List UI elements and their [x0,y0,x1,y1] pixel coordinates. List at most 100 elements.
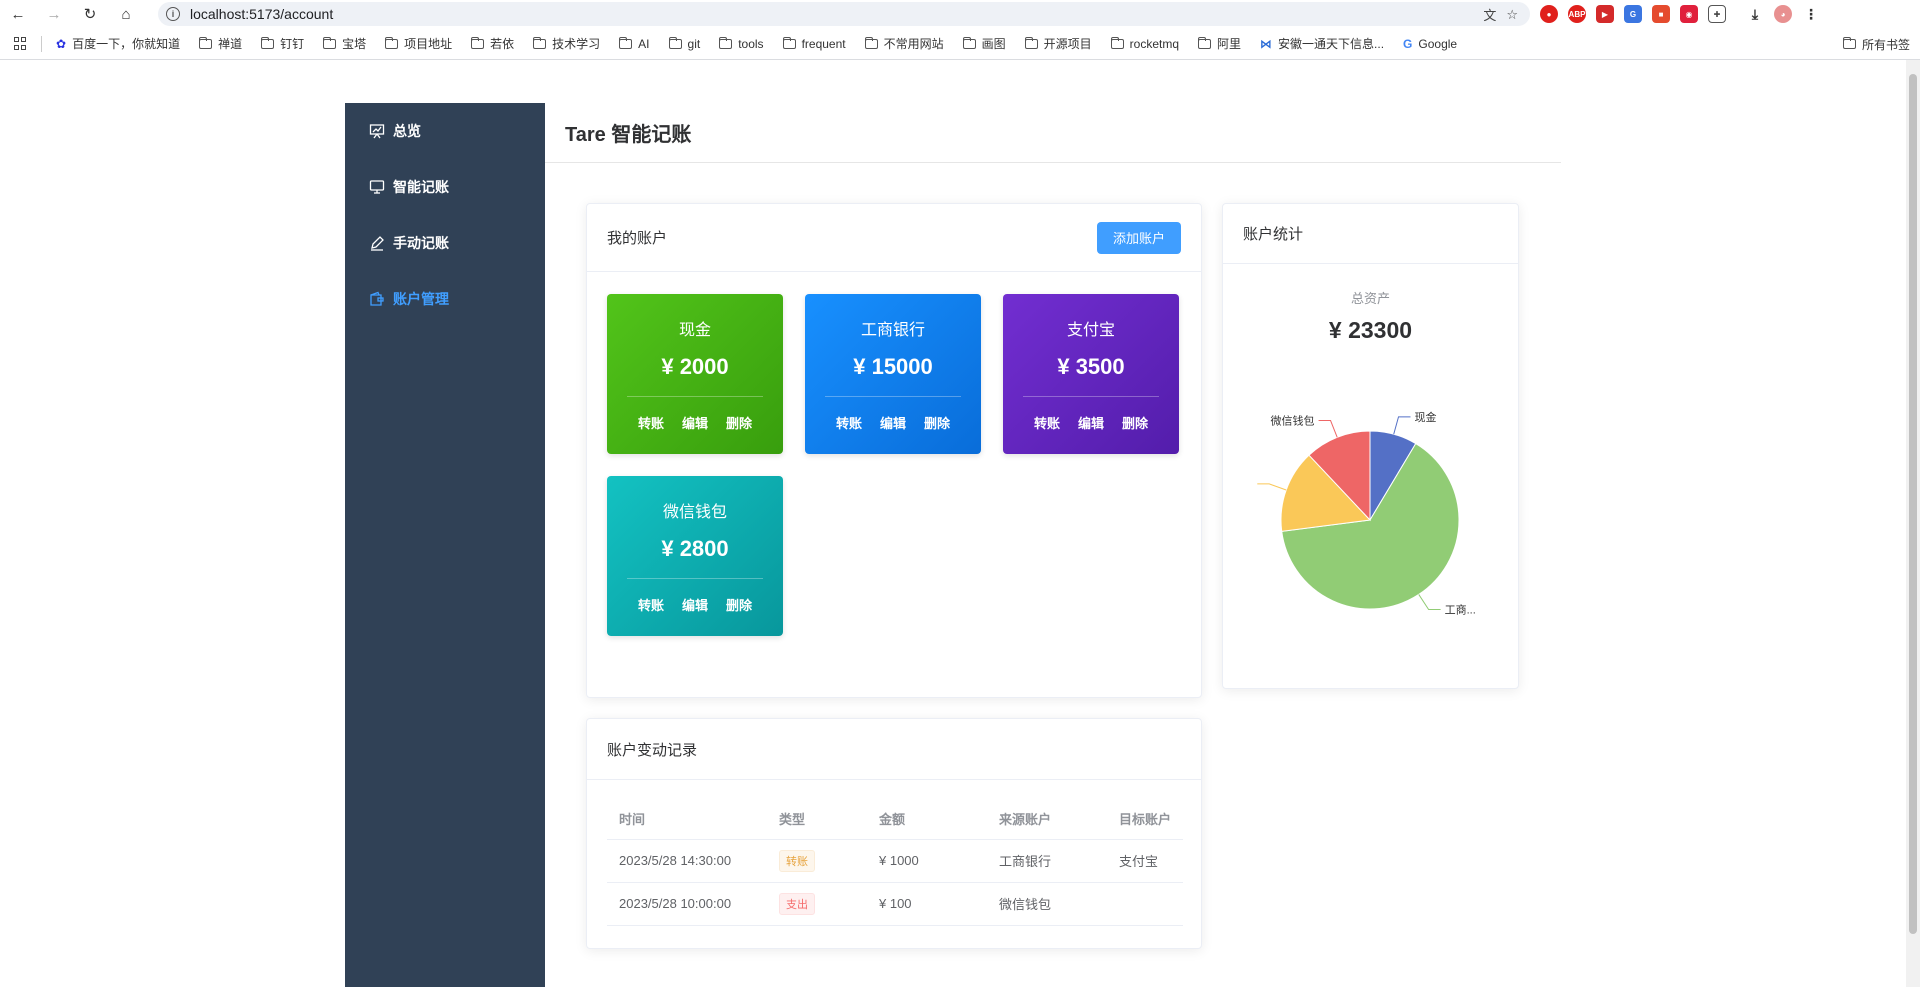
page-title: Tare 智能记账 [565,124,692,146]
account-pie-chart: 现金工商... 微信钱包 [1257,410,1476,617]
bookmark-folder[interactable]: tools [719,36,764,51]
bookmark-folder[interactable]: 项目地址 [385,35,452,52]
m-logo-icon: ⋈ [1260,36,1273,51]
translate-extension-icon[interactable]: G [1624,5,1642,23]
edit-button[interactable]: 编辑 [682,595,708,614]
account-name: 微信钱包 [662,504,727,521]
account-amount: ¥ 2800 [661,536,729,561]
capture-extension-icon[interactable]: ◉ [1680,5,1698,23]
chart-icon [369,124,385,139]
adblock-extension-icon[interactable]: ● [1540,5,1558,23]
cell-from: 微信钱包 [987,882,1107,926]
my-accounts-card: 我的账户 添加账户 现金 ¥ 2000 转账 编辑 删除 工商银行 ¥ 1500… [586,203,1202,698]
download-icon[interactable]: ⤓ [1746,5,1764,23]
reload-icon: ↻ [83,6,97,23]
wallet-icon [370,291,384,306]
bookmark-folder[interactable]: 禅道 [199,35,242,52]
cell-from: 工商银行 [987,839,1107,883]
type-tag: 转账 [779,849,815,872]
sidebar-item-account-management[interactable]: 账户管理 [345,271,545,327]
star-icon[interactable]: ☆ [1506,7,1518,23]
transfer-button[interactable]: 转账 [836,413,862,432]
bookmark-folder[interactable]: 阿里 [1198,35,1241,52]
transfer-button[interactable]: 转账 [638,595,664,614]
delete-button[interactable]: 删除 [726,413,752,432]
table-header-row: 时间 类型 金额 来源账户 目标账户 [607,799,1183,840]
pen-icon [371,236,384,251]
delete-button[interactable]: 删除 [1122,413,1148,432]
translate-icon[interactable]: 文 [1483,5,1496,24]
table-row: 2023/5/28 14:30:00 转账 ¥ 1000 工商银行 支付宝 [607,839,1183,883]
red-extension-icon[interactable]: ■ [1652,5,1670,23]
account-records-title: 账户变动记录 [607,741,698,759]
address-bar[interactable]: i localhost:5173/account 文 ☆ [158,2,1530,26]
bookmark-folder[interactable]: 若依 [471,35,514,52]
folder-icon [471,36,485,49]
account-stats-card: 账户统计 总资产 ¥ 23300 现金 工商... 微信钱包 [1222,203,1519,689]
delete-button[interactable]: 删除 [924,413,950,432]
sidebar-item-manual-accounting[interactable]: 手动记账 [345,215,545,271]
bookmark-site[interactable]: ⋈ 安徽一通天下信息... [1260,35,1384,52]
transfer-button[interactable]: 转账 [1034,413,1060,432]
folder-icon [619,36,633,49]
edit-button[interactable]: 编辑 [880,413,906,432]
cell-amount: ¥ 100 [867,882,987,926]
bookmark-folder[interactable]: 开源项目 [1024,35,1092,52]
bookmark-folder[interactable]: rocketmq [1110,36,1179,51]
pie-label-line-0 [1393,416,1411,435]
bookmark-google[interactable]: G Google [1403,37,1457,51]
puzzle-extension-icon[interactable]: ✚ [1708,5,1726,23]
account-divider [627,396,763,397]
forward-button[interactable]: → [36,0,72,28]
folder-icon [1110,36,1124,49]
bookmark-folder[interactable]: 钉钉 [261,35,304,52]
site-info-icon[interactable]: i [166,7,180,21]
home-button[interactable]: ⌂ [108,0,144,28]
account-divider [1023,396,1159,397]
sidebar-item-overview[interactable]: 总览 [345,103,545,159]
column-header-amount: 金额 [867,799,987,840]
media-extension-icon[interactable]: ▶ [1596,5,1614,23]
arrow-left-icon: ← [10,5,26,23]
account-amount: ¥ 15000 [853,354,933,379]
scrollbar-thumb[interactable] [1909,74,1917,934]
my-accounts-title: 我的账户 [607,230,668,247]
bookmarks-bar: ✿ 百度一下，你就知道 禅道 钉钉 宝塔 项目地址 若依 技术学习 AI git … [0,28,1920,60]
account-card-wechat: 微信钱包 ¥ 2800 转账 编辑 删除 [607,476,783,636]
bookmark-folder[interactable]: 画图 [962,35,1006,52]
cell-amount: ¥ 1000 [867,839,987,883]
account-divider [627,578,763,579]
account-stats-title: 账户统计 [1243,226,1304,243]
page-scrollbar[interactable] [1906,60,1920,987]
bookmark-folder[interactable]: 宝塔 [323,35,366,52]
home-icon: ⌂ [121,5,131,23]
bookmark-folder[interactable]: 技术学习 [533,35,600,52]
bookmark-folder[interactable]: git [668,36,700,51]
bookmark-folder[interactable]: AI [619,36,650,51]
edit-button[interactable]: 编辑 [682,413,708,432]
folder-icon [962,36,976,49]
avatar[interactable]: ◕ [1774,5,1792,23]
type-tag: 支出 [779,892,815,915]
abp-extension-icon[interactable]: ABP [1568,5,1586,23]
bookmark-baidu[interactable]: ✿ 百度一下，你就知道 [56,35,180,52]
arrow-right-icon: → [46,5,62,23]
back-button[interactable]: ← [0,0,36,28]
reload-button[interactable]: ↻ [72,0,108,28]
edit-button[interactable]: 编辑 [1078,413,1104,432]
add-account-button[interactable]: 添加账户 [1096,221,1181,254]
folder-icon [533,36,547,49]
delete-button[interactable]: 删除 [726,595,752,614]
kebab-menu-icon[interactable]: ⋮ [1802,5,1820,23]
transfer-button[interactable]: 转账 [638,413,664,432]
sidebar-item-smart-accounting[interactable]: 智能记账 [345,159,545,215]
all-bookmarks[interactable]: 所有书签 [1842,28,1910,60]
folder-icon [199,36,213,49]
bookmark-folder[interactable]: 不常用网站 [864,35,944,52]
folder-icon [1842,37,1856,49]
folder-icon [323,36,337,49]
my-accounts-header: 我的账户 添加账户 [587,204,1201,272]
account-name: 支付宝 [1066,322,1115,339]
apps-grid-icon[interactable] [14,37,27,50]
bookmark-folder[interactable]: frequent [782,36,846,51]
